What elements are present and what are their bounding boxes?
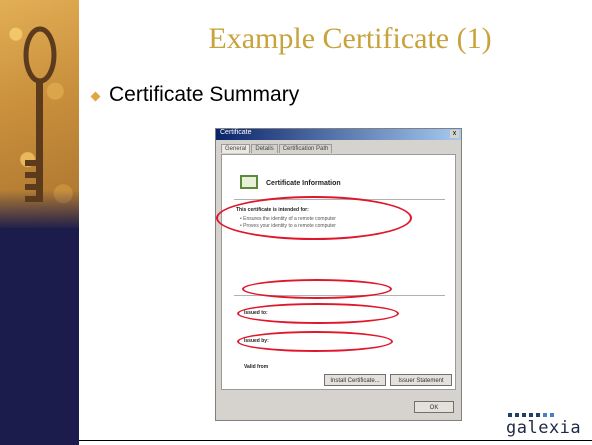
logo-dots (508, 413, 557, 417)
issuer-statement-button[interactable]: Issuer Statement (390, 374, 452, 386)
diamond-bullet-icon (90, 91, 101, 101)
certificate-dialog: Certificate x General Details Certificat… (215, 128, 462, 421)
highlight-valid-from (237, 331, 393, 352)
key-icon (23, 26, 57, 202)
certificate-info-heading: Certificate Information (266, 180, 341, 187)
highlight-issued-to (242, 279, 392, 299)
dialog-tabs: General Details Certification Path (221, 144, 333, 153)
bullet-item: Certificate Summary (90, 83, 300, 107)
general-panel: Certificate Information This certificate… (221, 154, 456, 390)
logo-wordmark: galexia (506, 418, 582, 438)
slide: Example Certificate (1) Certificate Summ… (0, 0, 592, 445)
install-certificate-button[interactable]: Install Certificate... (324, 374, 386, 386)
sidebar-decoration (0, 0, 79, 445)
tab-general[interactable]: General (221, 144, 251, 153)
tab-certification-path[interactable]: Certification Path (278, 144, 333, 153)
bullet-text: Certificate Summary (109, 83, 300, 106)
galexia-logo: galexia (506, 413, 592, 441)
highlight-intended-purpose (216, 196, 412, 240)
dialog-titlebar: Certificate x (216, 129, 461, 140)
close-icon[interactable]: x (450, 130, 459, 138)
tab-details[interactable]: Details (251, 144, 278, 153)
page-title: Example Certificate (1) (208, 22, 492, 55)
ok-button[interactable]: OK (414, 401, 454, 413)
highlight-issued-by (237, 303, 399, 324)
certificate-icon (240, 175, 258, 189)
dialog-title: Certificate (220, 129, 252, 136)
valid-from-row: Valid from (244, 364, 269, 370)
